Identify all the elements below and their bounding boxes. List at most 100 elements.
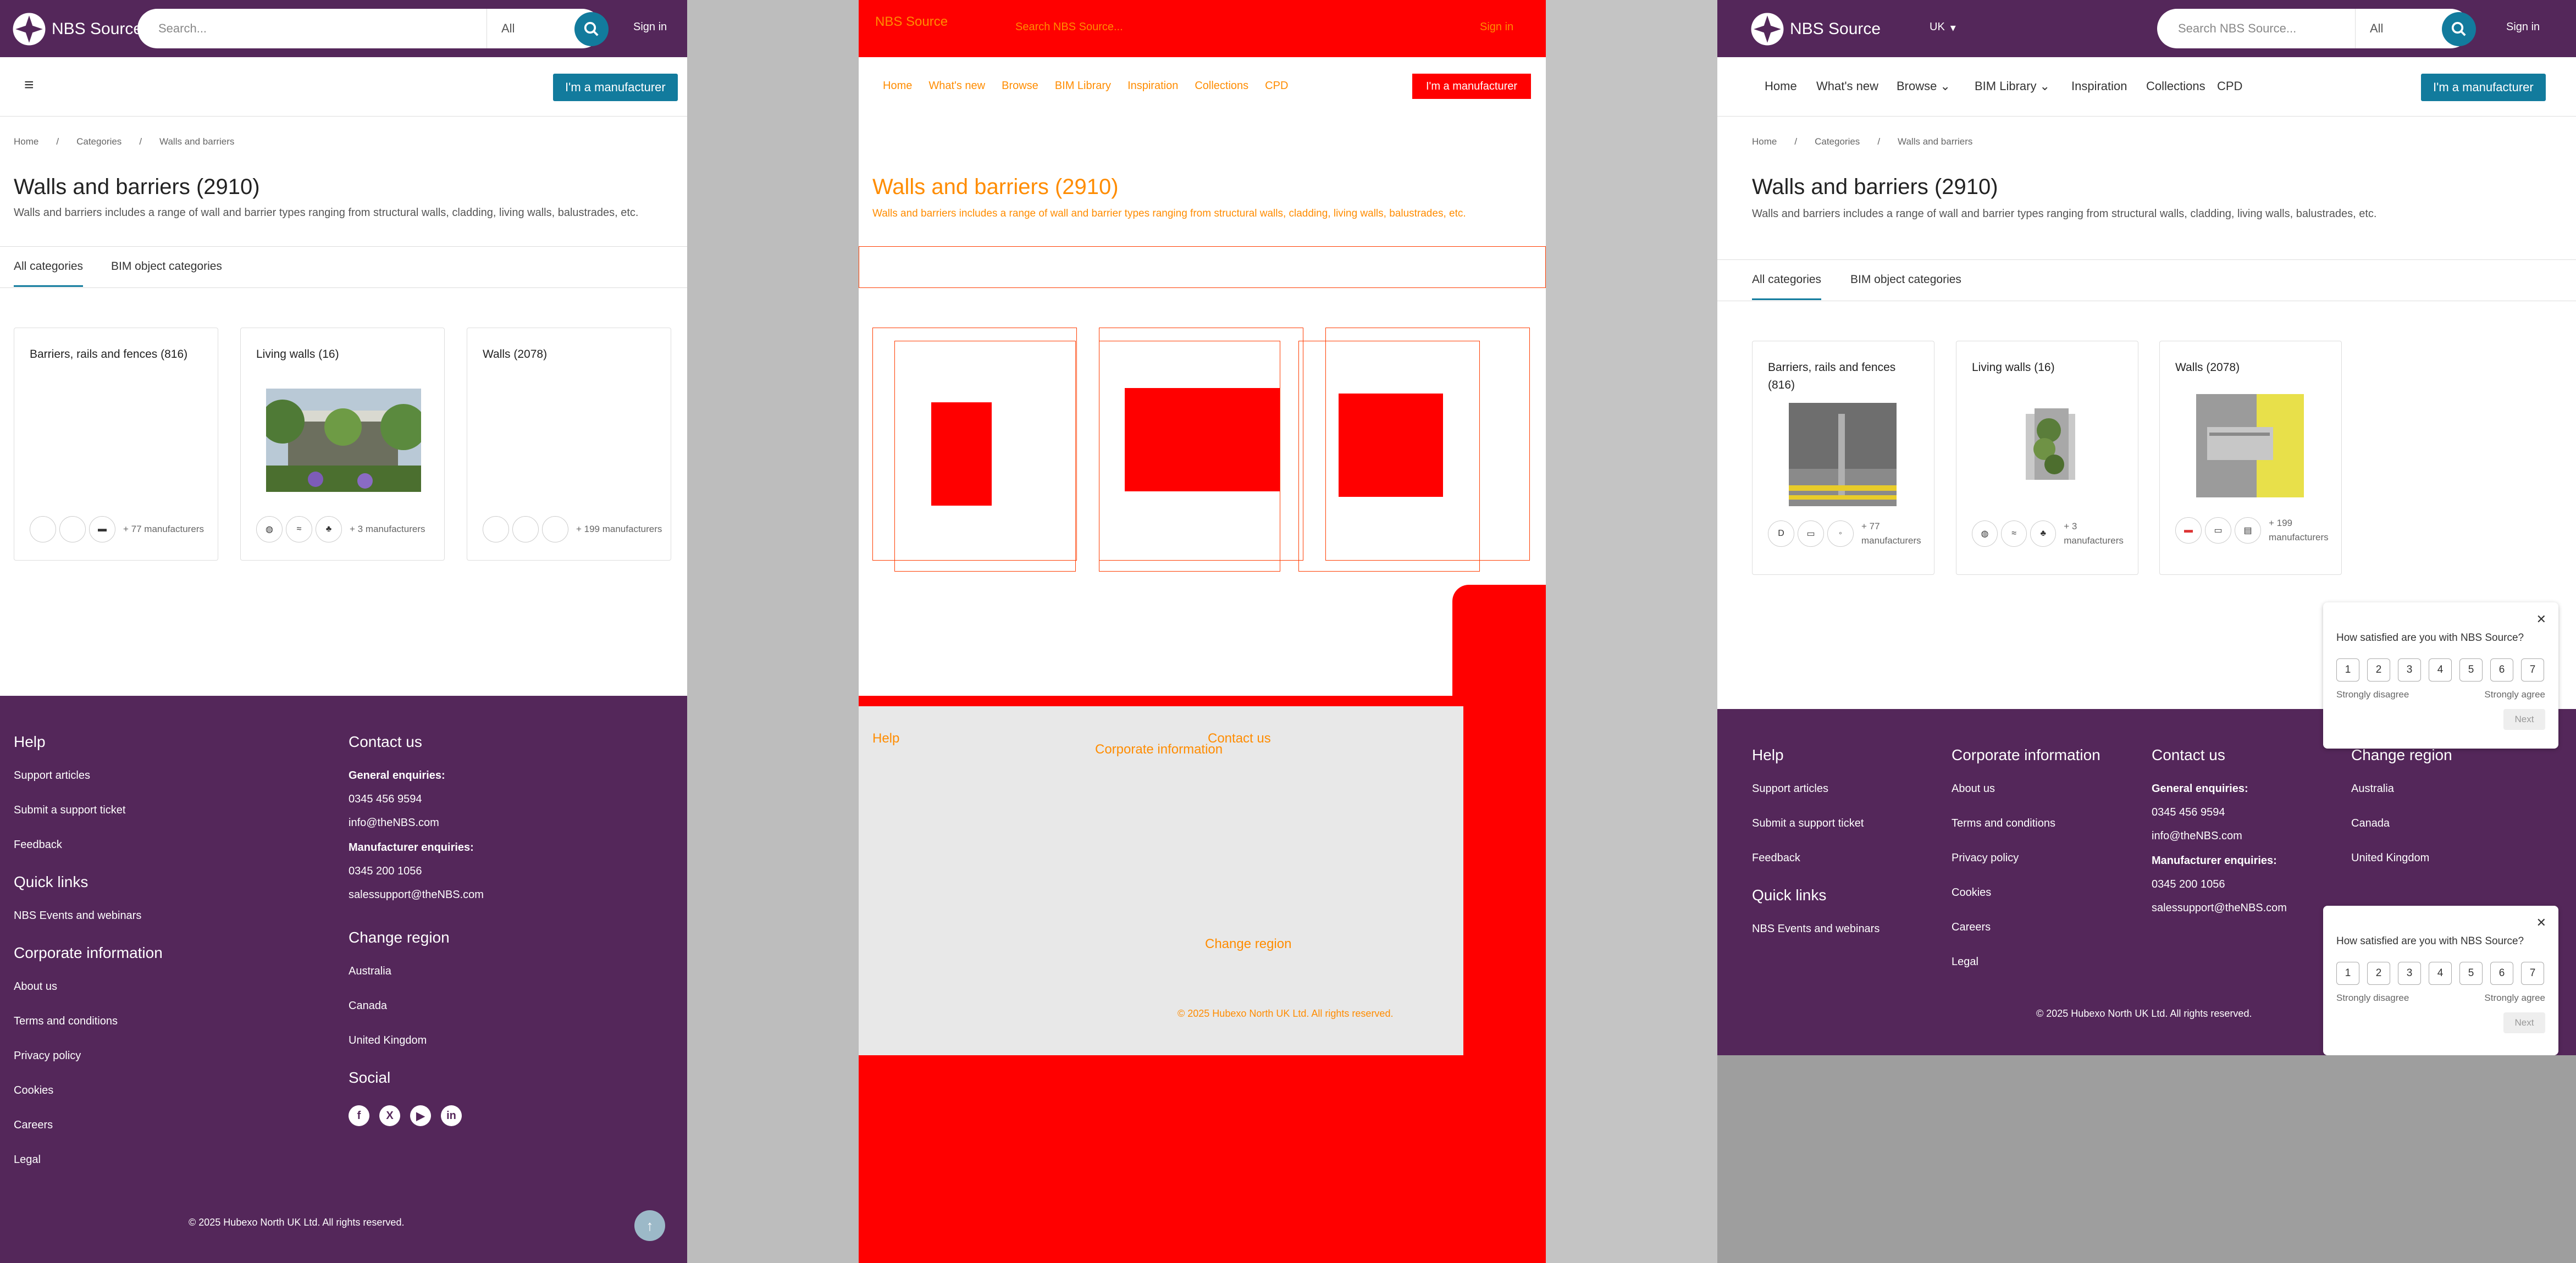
footer-link[interactable]: Feedback <box>1752 852 1880 865</box>
nav-home[interactable]: Home <box>1765 79 1797 93</box>
category-card-barriers[interactable]: Barriers, rails and fences (816) D ▭ ◦ + 77… <box>1752 341 1934 575</box>
scale-option[interactable]: 1 <box>2336 962 2359 985</box>
linkedin-icon[interactable]: in <box>441 1105 462 1126</box>
manufacturer-email[interactable]: salessupport@theNBS.com <box>349 889 484 901</box>
back-to-top-icon[interactable]: ↑ <box>634 1210 665 1241</box>
footer-link[interactable]: NBS Events and webinars <box>14 910 163 922</box>
footer-link[interactable]: About us <box>1952 783 2100 795</box>
footer-link[interactable]: Legal <box>14 1154 163 1166</box>
manufacturer-email[interactable]: salessupport@theNBS.com <box>2152 902 2287 915</box>
footer-link[interactable]: Terms and conditions <box>1952 817 2100 830</box>
scale-option[interactable]: 5 <box>2459 962 2483 985</box>
general-email[interactable]: info@theNBS.com <box>349 817 484 829</box>
manufacturer-button[interactable]: I'm a manufacturer <box>553 74 678 101</box>
next-button[interactable]: Next <box>2503 1012 2545 1033</box>
diff-image <box>931 402 992 506</box>
crumb-categories[interactable]: Categories <box>76 136 121 147</box>
nbs-logo-icon <box>13 13 46 46</box>
diff-tab-outline <box>859 246 1546 288</box>
manufacturer-logos: D ▭ ◦ + 77 manufacturers <box>1768 519 1921 548</box>
scale-option[interactable]: 3 <box>2398 658 2421 682</box>
crumb-categories[interactable]: Categories <box>1815 136 1860 147</box>
manufacturer-button[interactable]: I'm a manufacturer <box>2421 74 2546 101</box>
footer-link[interactable]: Terms and conditions <box>14 1015 163 1028</box>
footer-link[interactable]: Support articles <box>1752 783 1880 795</box>
tab-bim-object-categories[interactable]: BIM object categories <box>111 260 222 273</box>
scale-option[interactable]: 2 <box>2367 962 2390 985</box>
footer-link[interactable]: Legal <box>1952 956 2100 968</box>
tab-all-categories[interactable]: All categories <box>14 260 84 287</box>
footer-link[interactable]: Submit a support ticket <box>1752 817 1880 830</box>
close-icon[interactable]: ✕ <box>2536 612 2546 627</box>
scale-option[interactable]: 1 <box>2336 658 2359 682</box>
search-bar[interactable]: Search NBS Source... All▾ <box>2157 9 2470 48</box>
sign-in-link[interactable]: Sign in <box>633 21 667 34</box>
footer-link[interactable]: Support articles <box>14 769 163 782</box>
general-phone[interactable]: 0345 456 9594 <box>2152 806 2287 819</box>
search-button[interactable] <box>574 12 609 46</box>
region-link[interactable]: United Kingdom <box>2351 852 2452 865</box>
region-select[interactable]: UK ▾ <box>1930 21 1956 35</box>
footer-link[interactable]: Cookies <box>14 1084 163 1097</box>
tab-all-categories[interactable]: All categories <box>1752 273 1822 300</box>
diff-text: Help <box>872 731 900 746</box>
region-link[interactable]: Canada <box>349 1000 484 1012</box>
category-card-living-walls[interactable]: Living walls (16) ◍ ≈ ♣ + 3 manufacturers <box>1956 341 2138 575</box>
search-bar[interactable]: Search... All▾ <box>137 9 602 48</box>
scale-option[interactable]: 6 <box>2490 658 2513 682</box>
nav-bim-library[interactable]: BIM Library ⌄ <box>1975 79 2050 93</box>
region-link[interactable]: Australia <box>349 965 484 978</box>
footer-link[interactable]: Submit a support ticket <box>14 804 163 817</box>
scale-option[interactable]: 6 <box>2490 962 2513 985</box>
footer-link[interactable]: About us <box>14 981 163 993</box>
next-button[interactable]: Next <box>2503 709 2545 730</box>
crumb-home[interactable]: Home <box>1752 136 1777 147</box>
x-icon[interactable]: X <box>379 1105 400 1126</box>
scale-option[interactable]: 7 <box>2521 962 2544 985</box>
category-card-walls[interactable]: Walls (2078) ▬ ▭ ▤ + 199 manufacturers <box>2159 341 2342 575</box>
scale-option[interactable]: 4 <box>2429 962 2452 985</box>
general-email[interactable]: info@theNBS.com <box>2152 830 2287 843</box>
scale-option[interactable]: 4 <box>2429 658 2452 682</box>
nav-inspiration[interactable]: Inspiration <box>2071 79 2127 93</box>
survey-scale: 1234567 <box>2336 962 2544 985</box>
nav-collections[interactable]: Collections <box>2146 79 2205 93</box>
footer-link[interactable]: Cookies <box>1952 887 2100 899</box>
facebook-icon[interactable]: f <box>349 1105 369 1126</box>
scale-option[interactable]: 3 <box>2398 962 2421 985</box>
hamburger-menu-icon[interactable]: ≡ <box>24 76 34 95</box>
manufacturer-phone[interactable]: 0345 200 1056 <box>2152 878 2287 891</box>
scale-option[interactable]: 5 <box>2459 658 2483 682</box>
nav-whats-new[interactable]: What's new <box>1816 79 1878 93</box>
footer-link[interactable]: Privacy policy <box>14 1050 163 1062</box>
region-link[interactable]: Australia <box>2351 783 2452 795</box>
footer-link[interactable]: Careers <box>14 1119 163 1132</box>
search-button[interactable] <box>2442 12 2476 46</box>
footer-link[interactable]: Feedback <box>14 839 163 851</box>
close-icon[interactable]: ✕ <box>2536 916 2546 930</box>
nbs-logo[interactable]: NBS Source <box>1750 12 1881 46</box>
manufacturer-phone[interactable]: 0345 200 1056 <box>349 865 484 878</box>
crumb-home[interactable]: Home <box>14 136 38 147</box>
diff-title: Walls and barriers (2910) <box>872 175 1119 199</box>
youtube-icon[interactable]: ▶ <box>410 1105 431 1126</box>
nav-cpd[interactable]: CPD <box>2217 79 2242 93</box>
region-link[interactable]: United Kingdom <box>349 1034 484 1047</box>
nbs-logo[interactable]: NBS Source <box>12 12 142 46</box>
search-input[interactable]: Search... <box>137 21 487 36</box>
footer-link[interactable]: NBS Events and webinars <box>1752 923 1880 935</box>
region-link[interactable]: Canada <box>2351 817 2452 830</box>
category-card-living-walls[interactable]: Living walls (16) ◍ ≈ ♣ + 3 manufacturers <box>240 328 445 561</box>
category-card-barriers[interactable]: Barriers, rails and fences (816) ▬ + 77 … <box>14 328 218 561</box>
survey-question: How satisfied are you with NBS Source? <box>2336 632 2524 644</box>
footer-link[interactable]: Privacy policy <box>1952 852 2100 865</box>
search-input[interactable]: Search NBS Source... <box>2157 21 2355 36</box>
nav-browse[interactable]: Browse ⌄ <box>1897 79 1950 93</box>
sign-in-link[interactable]: Sign in <box>2506 21 2540 34</box>
scale-option[interactable]: 7 <box>2521 658 2544 682</box>
tab-bim-object-categories[interactable]: BIM object categories <box>1850 273 1961 286</box>
scale-option[interactable]: 2 <box>2367 658 2390 682</box>
category-card-walls[interactable]: Walls (2078) + 199 manufacturers <box>467 328 671 561</box>
footer-link[interactable]: Careers <box>1952 921 2100 934</box>
general-phone[interactable]: 0345 456 9594 <box>349 793 484 806</box>
